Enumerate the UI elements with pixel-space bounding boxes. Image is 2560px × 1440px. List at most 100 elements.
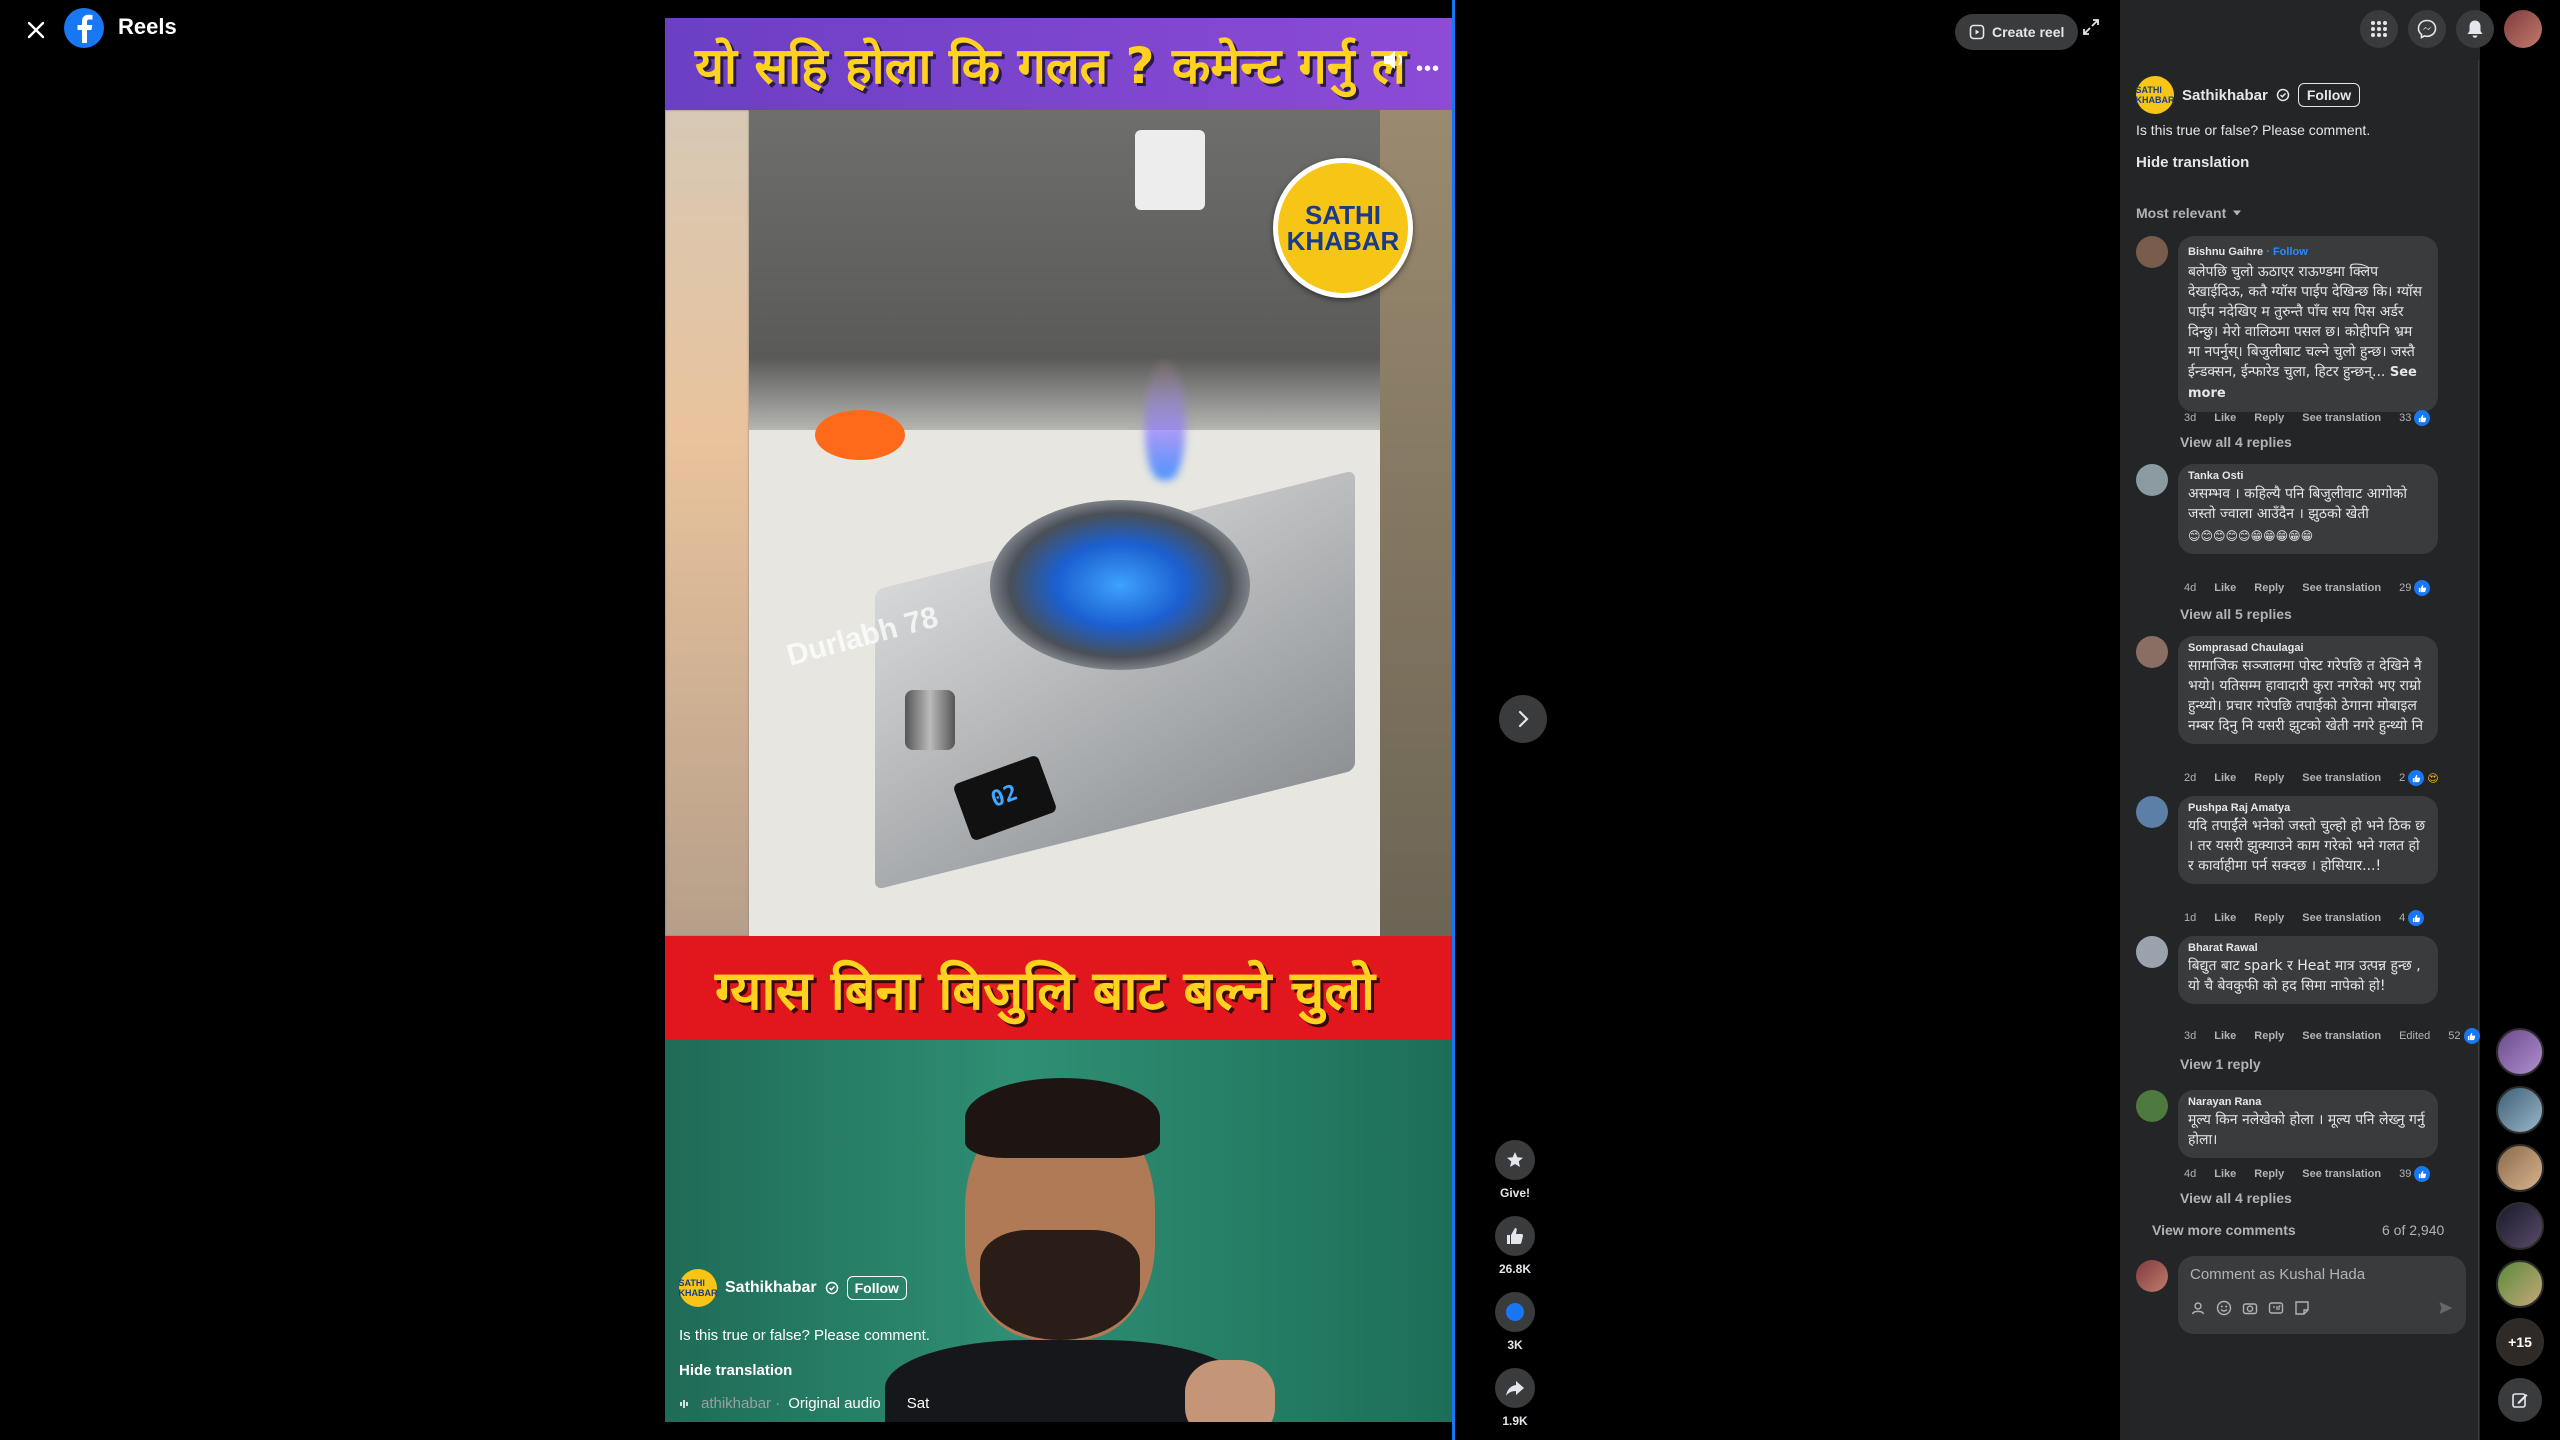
reaction-count[interactable]: 52	[2448, 1028, 2480, 1044]
reaction-number: 2	[2399, 772, 2406, 784]
commenter-name[interactable]: Somprasad Chaulagai	[2188, 642, 2428, 654]
reply-link[interactable]: Reply	[2254, 412, 2284, 424]
reaction-count[interactable]: 2 😍	[2399, 770, 2439, 786]
reel-video[interactable]: यो सहि होला कि गलत ? कमेन्ट गर्नु ल ••• …	[665, 18, 1452, 1422]
commenter-name[interactable]: Tanka Osti	[2188, 470, 2428, 482]
fullscreen-button[interactable]	[2082, 18, 2100, 41]
commenter-name[interactable]: Narayan Rana	[2188, 1096, 2428, 1108]
facebook-logo[interactable]	[64, 8, 104, 48]
comment-bubble: Somprasad Chaulagai सामाजिक सञ्जालमा पोस…	[2178, 636, 2438, 744]
composer-box	[2178, 1256, 2466, 1334]
commenter-avatar[interactable]	[2136, 1090, 2168, 1122]
orange-object	[815, 410, 905, 460]
more-contacts[interactable]: +15	[2496, 1318, 2544, 1366]
overlay-author-name[interactable]: Sathikhabar	[725, 1279, 817, 1297]
view-more-comments-link[interactable]: View more comments	[2152, 1222, 2296, 1238]
see-translation-link[interactable]: See translation	[2302, 772, 2381, 784]
commenter-avatar[interactable]	[2136, 936, 2168, 968]
like-link[interactable]: Like	[2214, 1168, 2236, 1180]
comment-meta: 4d Like Reply See translation 29	[2184, 580, 2431, 596]
more-contacts-count: +15	[2508, 1334, 2532, 1350]
see-translation-link[interactable]: See translation	[2302, 582, 2381, 594]
volume-button[interactable]	[1382, 48, 1408, 77]
comment-sort-dropdown[interactable]: Most relevant	[2136, 205, 2242, 221]
see-translation-link[interactable]: See translation	[2302, 912, 2381, 924]
close-button[interactable]	[18, 12, 54, 48]
overlay-hide-translation[interactable]: Hide translation	[679, 1362, 1379, 1379]
composer-tools	[2190, 1300, 2310, 1316]
give-button[interactable]	[1495, 1140, 1535, 1180]
reply-link[interactable]: Reply	[2254, 1168, 2284, 1180]
view-replies-link[interactable]: View all 4 replies	[2180, 434, 2292, 450]
panel-follow-button[interactable]: Follow	[2297, 83, 2361, 107]
like-link[interactable]: Like	[2214, 1030, 2236, 1042]
comment-input[interactable]	[2190, 1266, 2450, 1283]
see-translation-link[interactable]: See translation	[2302, 412, 2381, 424]
messenger-button[interactable]	[2408, 10, 2446, 48]
reply-link[interactable]: Reply	[2254, 772, 2284, 784]
comment-time: 3d	[2184, 1030, 2197, 1042]
panel-hide-translation[interactable]: Hide translation	[2136, 154, 2249, 171]
panel-author-name[interactable]: Sathikhabar	[2182, 87, 2268, 104]
commenter-name[interactable]: Bharat Rawal	[2188, 942, 2428, 954]
create-reel-button[interactable]: Create reel	[1955, 14, 2079, 50]
comment-time: 3d	[2184, 412, 2197, 424]
reaction-count[interactable]: 33	[2399, 410, 2431, 426]
notifications-button[interactable]	[2456, 10, 2494, 48]
overlay-avatar[interactable]: SATHI KHABAR	[679, 1269, 718, 1307]
commenter-avatar[interactable]	[2136, 636, 2168, 668]
next-reel-button[interactable]	[1499, 695, 1547, 743]
like-reaction-icon	[2414, 580, 2431, 596]
view-replies-link[interactable]: View 1 reply	[2180, 1056, 2261, 1072]
sticker-icon[interactable]	[2294, 1300, 2310, 1316]
like-link[interactable]: Like	[2214, 912, 2236, 924]
reply-link[interactable]: Reply	[2254, 582, 2284, 594]
profile-avatar[interactable]	[2504, 10, 2542, 48]
like-button[interactable]	[1495, 1216, 1535, 1256]
reaction-count[interactable]: 29	[2399, 580, 2431, 596]
video-top-banner: यो सहि होला कि गलत ? कमेन्ट गर्नु ल	[665, 18, 1452, 110]
panel-author-avatar[interactable]: SATHI KHABAR	[2136, 76, 2175, 114]
overlay-audio[interactable]: athikhabar · Original audio Sat	[679, 1395, 1379, 1412]
new-message-button[interactable]	[2498, 1378, 2542, 1422]
more-options-icon[interactable]: •••	[1416, 58, 1440, 81]
comment-bubble: Bharat Rawal बिद्युत बाट spark र Heat मा…	[2178, 936, 2438, 1004]
comment-button[interactable]	[1495, 1292, 1535, 1332]
stove-display-digits: 02	[987, 780, 1022, 813]
view-replies-link[interactable]: View all 4 replies	[2180, 1190, 2292, 1206]
view-replies-link[interactable]: View all 5 replies	[2180, 606, 2292, 622]
emoji-icon[interactable]	[2216, 1300, 2232, 1316]
panel-divider	[2478, 60, 2479, 1440]
gif-icon[interactable]	[2268, 1300, 2284, 1316]
contact-avatar[interactable]	[2496, 1202, 2544, 1250]
share-button[interactable]	[1495, 1368, 1535, 1408]
contact-avatar[interactable]	[2496, 1260, 2544, 1308]
commenter-follow-link[interactable]: · Follow	[2263, 246, 2308, 258]
reaction-count[interactable]: 39	[2399, 1166, 2431, 1182]
overlay-follow-button[interactable]: Follow	[846, 1276, 907, 1300]
commenter-name[interactable]: Pushpa Raj Amatya	[2188, 802, 2428, 814]
camera-icon[interactable]	[2242, 1300, 2258, 1316]
like-link[interactable]: Like	[2214, 412, 2236, 424]
reply-link[interactable]: Reply	[2254, 912, 2284, 924]
comment-composer	[2136, 1256, 2466, 1336]
avatar-sticker-icon[interactable]	[2190, 1300, 2206, 1316]
reply-link[interactable]: Reply	[2254, 1030, 2284, 1042]
commenter-name[interactable]: Bishnu Gaihre	[2188, 246, 2263, 258]
commenter-avatar[interactable]	[2136, 236, 2168, 268]
comment-text: मूल्य किन नलेखेको होला । मूल्य पनि लेख्न…	[2188, 1112, 2425, 1148]
see-translation-link[interactable]: See translation	[2302, 1030, 2381, 1042]
reaction-count[interactable]: 4	[2399, 910, 2425, 926]
commenter-avatar[interactable]	[2136, 464, 2168, 496]
logo-line-1: SATHI	[1304, 200, 1382, 230]
like-link[interactable]: Like	[2214, 582, 2236, 594]
like-count: 26.8K	[1498, 1262, 1532, 1276]
contact-avatar[interactable]	[2496, 1028, 2544, 1076]
see-translation-link[interactable]: See translation	[2302, 1168, 2381, 1180]
commenter-avatar[interactable]	[2136, 796, 2168, 828]
like-link[interactable]: Like	[2214, 772, 2236, 784]
menu-button[interactable]	[2360, 10, 2398, 48]
send-comment-button[interactable]	[2438, 1300, 2454, 1321]
contact-avatar[interactable]	[2496, 1086, 2544, 1134]
contact-avatar[interactable]	[2496, 1144, 2544, 1192]
